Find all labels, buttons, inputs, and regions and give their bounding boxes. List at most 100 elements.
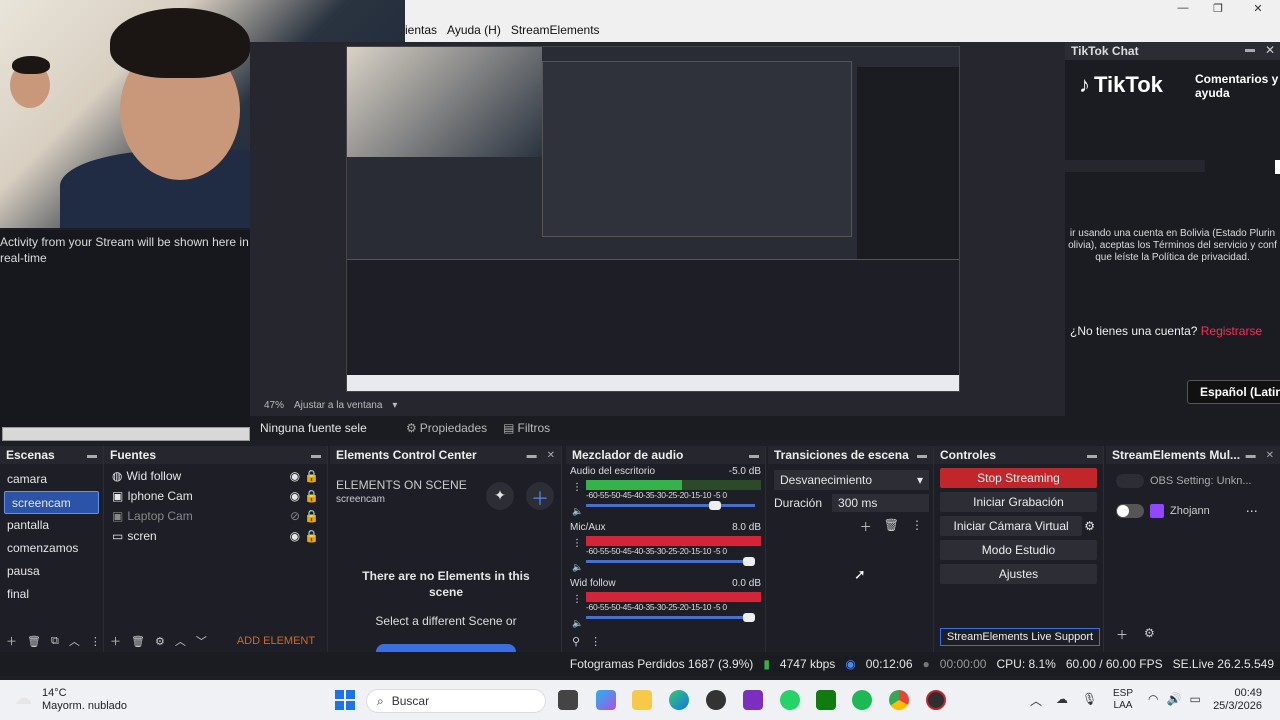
menu-item-streamelements[interactable]: StreamElements xyxy=(511,23,600,37)
scene-item[interactable]: camara xyxy=(0,468,103,491)
menu-item-tools[interactable]: ientas xyxy=(405,23,437,37)
lock-icon[interactable]: 🔒 xyxy=(304,509,319,523)
link-icon[interactable]: ⚲ xyxy=(572,635,580,648)
add-icon[interactable]: ＋ xyxy=(860,518,872,535)
studio-mode-button[interactable]: Modo Estudio xyxy=(940,540,1097,560)
dock-float-icon[interactable]: ▬ xyxy=(1245,44,1255,55)
fit-window-dropdown[interactable]: Ajustar a la ventana xyxy=(294,400,382,411)
copilot-icon[interactable] xyxy=(596,690,616,710)
chrome-icon[interactable] xyxy=(889,690,909,710)
add-element-button[interactable]: ADD ELEMENT xyxy=(237,635,315,647)
register-link[interactable]: Registrarse xyxy=(1201,324,1262,338)
chevron-up-icon[interactable]: ︿ xyxy=(1030,692,1042,709)
lock-icon[interactable]: 🔒 xyxy=(304,489,319,503)
start-recording-button[interactable]: Iniciar Grabación xyxy=(940,492,1097,512)
speaker-icon[interactable]: 🔈 xyxy=(572,618,583,629)
chevron-down-icon[interactable]: ▾ xyxy=(392,400,397,411)
task-view-icon[interactable] xyxy=(558,690,578,710)
minimize-button[interactable]: — xyxy=(1168,2,1198,16)
gear-icon[interactable]: ⚙ xyxy=(1084,519,1095,533)
eye-icon[interactable]: ◉ xyxy=(290,529,300,543)
speaker-icon[interactable]: 🔈 xyxy=(572,506,583,517)
close-window-button[interactable]: ✕ xyxy=(1243,2,1273,16)
file-explorer-icon[interactable] xyxy=(632,690,652,710)
more-icon[interactable]: ⋯ xyxy=(1246,504,1258,518)
add-icon[interactable]: ＋ xyxy=(6,633,17,649)
chatgpt-icon[interactable] xyxy=(706,690,726,710)
toggle-switch[interactable] xyxy=(1116,474,1144,488)
volume-slider[interactable] xyxy=(586,501,755,510)
trash-icon[interactable]: 🗑 xyxy=(131,635,145,648)
dock-float-icon[interactable]: ▬ xyxy=(311,450,321,461)
more-icon[interactable]: ⋮ xyxy=(572,482,582,493)
feedback-link[interactable]: Comentarios y ayuda xyxy=(1195,72,1280,100)
magic-icon[interactable]: ✦ xyxy=(486,482,514,510)
cloud-icon[interactable]: ☁ xyxy=(1056,692,1068,709)
copy-icon[interactable]: ⧉ xyxy=(51,635,59,648)
scene-item[interactable]: comenzamos xyxy=(0,537,103,560)
edge-icon[interactable] xyxy=(669,690,689,710)
live-support-button[interactable]: StreamElements Live Support xyxy=(940,628,1100,646)
move-down-icon[interactable]: ﹀ xyxy=(196,633,207,649)
lock-icon[interactable]: 🔒 xyxy=(304,469,319,483)
start-virtual-camera-button[interactable]: Iniciar Cámara Virtual xyxy=(940,516,1083,536)
source-item[interactable]: ▣ Iphone Cam ◉ 🔒 xyxy=(104,486,327,506)
taskbar-search[interactable]: ⌕ Buscar xyxy=(366,689,546,713)
toggle-switch[interactable] xyxy=(1116,504,1144,518)
transition-select[interactable]: Desvanecimiento ▾ xyxy=(774,470,929,490)
add-element-icon[interactable]: ＋ xyxy=(526,482,554,510)
add-icon[interactable]: ＋ xyxy=(110,633,121,649)
filters-button[interactable]: Filtros xyxy=(518,421,551,435)
microphone-icon[interactable]: 🎙 xyxy=(1082,692,1097,709)
eye-icon[interactable]: ◉ xyxy=(290,469,300,483)
more-icon[interactable]: ⋮ xyxy=(572,594,582,605)
settings-button[interactable]: Ajustes xyxy=(940,564,1097,584)
obs-icon[interactable] xyxy=(926,690,946,710)
xbox-icon[interactable] xyxy=(816,690,836,710)
stop-streaming-button[interactable]: Stop Streaming xyxy=(940,468,1097,488)
lock-icon[interactable]: 🔒 xyxy=(304,529,319,543)
scene-item[interactable]: pantalla xyxy=(0,514,103,537)
volume-slider-knob[interactable] xyxy=(743,557,755,566)
more-icon[interactable]: ⋮ xyxy=(90,635,101,648)
maximize-button[interactable]: ❐ xyxy=(1203,2,1233,16)
source-item[interactable]: ▣ Laptop Cam ⊘ 🔒 xyxy=(104,506,327,526)
scene-item-selected[interactable]: screencam xyxy=(4,491,99,514)
dock-float-icon[interactable]: ▬ xyxy=(749,450,759,461)
dock-float-icon[interactable]: ▬ xyxy=(917,450,927,461)
more-icon[interactable]: ⋮ xyxy=(911,518,923,535)
gear-icon[interactable]: ⚙ xyxy=(155,635,165,648)
trash-icon[interactable]: 🗑 xyxy=(27,635,41,648)
weather-widget[interactable]: 14°C Mayorm. nublado xyxy=(42,687,127,713)
trash-icon[interactable]: 🗑 xyxy=(884,518,899,535)
windows-start-icon[interactable] xyxy=(335,690,355,710)
more-icon[interactable]: ⋮ xyxy=(590,635,601,648)
speaker-icon[interactable]: 🔈 xyxy=(572,562,583,573)
move-up-icon[interactable]: ︿ xyxy=(175,633,186,649)
duration-input[interactable]: 300 ms xyxy=(832,494,929,512)
source-item[interactable]: ◍ Wid follow ◉ 🔒 xyxy=(104,466,327,486)
add-icon[interactable]: ＋ xyxy=(1116,626,1128,643)
scene-item[interactable]: final xyxy=(0,583,103,606)
move-up-icon[interactable]: ︿ xyxy=(69,633,80,649)
volume-slider-knob[interactable] xyxy=(709,501,722,510)
spotify-icon[interactable] xyxy=(852,690,872,710)
preview-canvas[interactable] xyxy=(346,46,960,392)
eye-icon[interactable]: ◉ xyxy=(290,489,300,503)
volume-slider[interactable] xyxy=(586,613,755,622)
source-item[interactable]: ▭ scren ◉ 🔒 xyxy=(104,526,327,546)
gear-icon[interactable]: ⚙ xyxy=(1144,626,1155,643)
dock-float-icon[interactable]: ▬ xyxy=(527,450,537,461)
dock-close-icon[interactable]: ✕ xyxy=(1265,43,1275,57)
close-icon[interactable]: ✕ xyxy=(547,450,555,461)
language-indicator[interactable]: ESP LAA xyxy=(1113,688,1133,712)
properties-button[interactable]: Propiedades xyxy=(420,421,487,435)
clock[interactable]: 00:49 25/3/2026 xyxy=(1206,687,1262,713)
scene-item[interactable]: pausa xyxy=(0,560,103,583)
eye-hidden-icon[interactable]: ⊘ xyxy=(290,509,300,523)
dock-float-icon[interactable]: ▬ xyxy=(87,450,97,461)
volume-slider-knob[interactable] xyxy=(743,613,755,622)
dock-float-icon[interactable]: ▬ xyxy=(1087,450,1097,461)
instagram-icon[interactable] xyxy=(743,690,763,710)
dock-float-icon[interactable]: ▬ xyxy=(1246,450,1256,461)
